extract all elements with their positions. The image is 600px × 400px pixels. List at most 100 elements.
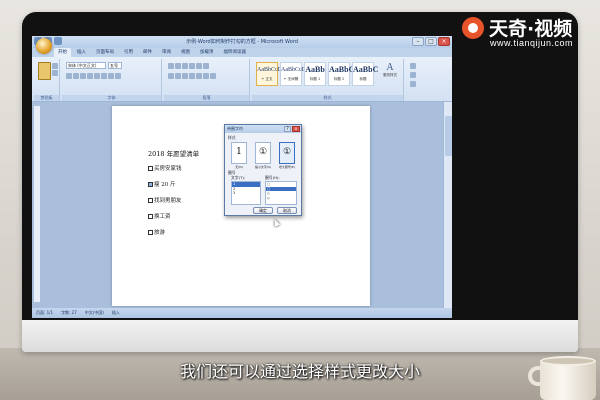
logo-url: www.tianqijun.com xyxy=(490,38,574,48)
bold-icon[interactable] xyxy=(66,73,72,79)
style-heading-2[interactable]: AaBbC 标题 2 xyxy=(328,62,354,86)
find-icon[interactable] xyxy=(410,63,416,69)
status-mode: 插入 xyxy=(111,310,120,315)
list-item: 旅游 xyxy=(148,228,165,236)
sort-icon[interactable] xyxy=(203,63,209,69)
cancel-button[interactable]: 取消 xyxy=(277,207,297,214)
styles-group: AaBbCcDd ↵ 正文 AaBbCcDd ↵ 无间隔 AaBb 标题 1 A… xyxy=(252,59,404,101)
numbering-icon[interactable] xyxy=(175,63,181,69)
font-label: 字体 xyxy=(62,95,161,101)
paragraph-label: 段落 xyxy=(164,95,249,101)
style-normal[interactable]: AaBbCcDd ↵ 正文 xyxy=(256,62,285,86)
subscript-icon[interactable] xyxy=(94,73,100,79)
style-option-label: 缩小文字(S) xyxy=(254,165,272,169)
style-option-enlarge[interactable]: ① xyxy=(279,142,295,164)
checkbox-icon xyxy=(148,165,153,171)
window-title: 示例-Word如何制作打勾的方框 - Microsoft Word xyxy=(32,36,452,48)
font-color-icon[interactable] xyxy=(115,73,121,79)
change-styles-label: 更改样式 xyxy=(383,73,397,77)
paragraph-group: 段落 xyxy=(164,59,250,101)
ok-button[interactable]: 确定 xyxy=(253,207,273,214)
copy-icon[interactable] xyxy=(52,70,58,76)
redo-icon[interactable] xyxy=(54,37,62,45)
text-list[interactable]: 1 2 3 xyxy=(231,181,261,205)
align-left-icon[interactable] xyxy=(168,73,174,79)
status-bar: 页面: 1/1 字数: 27 中文(中国) 插入 xyxy=(32,308,452,318)
font-name-field[interactable]: 宋体 (中文正文) xyxy=(66,62,106,69)
video-subtitle: 我们还可以通过选择样式更改大小 xyxy=(179,362,420,381)
style-title[interactable]: AaBbC 标题 xyxy=(352,62,378,86)
style-no-spacing[interactable]: AaBbCcDd ↵ 无间隔 xyxy=(280,62,309,86)
logo-icon xyxy=(462,16,484,39)
tab-addins[interactable]: 加载项 xyxy=(196,48,218,57)
list-item: 找到男朋友 xyxy=(148,196,182,204)
font-size-field[interactable]: 五号 xyxy=(108,62,122,69)
enclose-characters-dialog: 带圈字符 ? × 样式 1 ① ① 无(N) 缩小文字(S) 增大圈号(E) 圈… xyxy=(224,124,302,216)
align-center-icon[interactable] xyxy=(175,73,181,79)
tab-references[interactable]: 引用 xyxy=(120,48,137,57)
vertical-scrollbar[interactable] xyxy=(443,102,452,308)
font-group: 宋体 (中文正文) 五号 字体 xyxy=(62,59,162,101)
minimize-button[interactable]: – xyxy=(412,37,424,46)
tab-home[interactable]: 开始 xyxy=(54,48,71,57)
editing-group xyxy=(406,59,450,101)
office-button[interactable] xyxy=(36,38,52,54)
document-title: 2018 年愿望清单 xyxy=(148,150,200,158)
tab-foxit[interactable]: 福昕阅读器 xyxy=(220,48,251,57)
tab-page-layout[interactable]: 页面布局 xyxy=(92,48,118,57)
list-item: 换工资 xyxy=(148,212,171,220)
tab-view[interactable]: 视图 xyxy=(177,48,194,57)
vertical-ruler xyxy=(34,106,40,302)
brand-logo: 天奇·视频 xyxy=(462,14,572,41)
maximize-button[interactable]: □ xyxy=(425,37,437,46)
ribbon: 剪贴板 宋体 (中文正文) 五号 字体 段落 AaBbCcDd ↵ 正文 AaB… xyxy=(32,57,452,102)
logo-text: 天奇·视频 xyxy=(489,18,573,40)
checkbox-icon xyxy=(148,229,153,235)
styles-label: 样式 xyxy=(252,95,403,101)
cut-icon[interactable] xyxy=(52,63,58,69)
style-section-label: 样式 xyxy=(228,135,236,140)
style-option-shrink[interactable]: ① xyxy=(255,142,271,164)
border-icon[interactable] xyxy=(210,73,216,79)
checkbox-icon xyxy=(148,181,153,187)
tab-insert[interactable]: 插入 xyxy=(73,48,90,57)
clipboard-group: 剪贴板 xyxy=(34,59,60,101)
dialog-close-button[interactable]: × xyxy=(292,126,300,132)
shading-icon[interactable] xyxy=(203,73,209,79)
tab-mailings[interactable]: 邮件 xyxy=(139,48,156,57)
list-item[interactable]: 3 xyxy=(232,191,260,196)
paste-icon[interactable] xyxy=(38,62,51,80)
superscript-icon[interactable] xyxy=(101,73,107,79)
replace-icon[interactable] xyxy=(410,72,416,78)
align-right-icon[interactable] xyxy=(182,73,188,79)
italic-icon[interactable] xyxy=(73,73,79,79)
status-page: 页面: 1/1 xyxy=(36,310,54,315)
highlight-icon[interactable] xyxy=(108,73,114,79)
close-button[interactable]: × xyxy=(438,37,450,46)
change-styles-icon: A xyxy=(386,62,394,73)
line-spacing-icon[interactable] xyxy=(196,73,202,79)
scroll-thumb[interactable] xyxy=(445,116,452,156)
strikethrough-icon[interactable] xyxy=(87,73,93,79)
status-language: 中文(中国) xyxy=(84,310,104,315)
select-icon[interactable] xyxy=(410,81,416,87)
checkbox-icon xyxy=(148,197,153,203)
tab-review[interactable]: 审阅 xyxy=(158,48,175,57)
increase-indent-icon[interactable] xyxy=(196,63,202,69)
help-button[interactable]: ? xyxy=(284,126,291,132)
style-heading-1[interactable]: AaBb 标题 1 xyxy=(304,62,326,86)
ribbon-tabs: 开始 插入 页面布局 引用 邮件 审阅 视图 加载项 福昕阅读器 xyxy=(32,48,452,57)
change-styles-button[interactable]: A 更改样式 xyxy=(382,62,398,92)
style-option-none[interactable]: 1 xyxy=(231,142,247,164)
underline-icon[interactable] xyxy=(80,73,86,79)
multilevel-list-icon[interactable] xyxy=(182,63,188,69)
list-item[interactable]: ◇ xyxy=(266,196,296,201)
decrease-indent-icon[interactable] xyxy=(189,63,195,69)
bullets-icon[interactable] xyxy=(168,63,174,69)
justify-icon[interactable] xyxy=(189,73,195,79)
style-option-label: 无(N) xyxy=(235,165,243,169)
window-controls: – □ × xyxy=(412,37,450,46)
list-item: 瘦 20 斤 xyxy=(148,180,176,188)
list-item: 买房安家钱 xyxy=(148,164,182,172)
circle-list[interactable]: ○ □ △ ◇ xyxy=(265,181,297,205)
